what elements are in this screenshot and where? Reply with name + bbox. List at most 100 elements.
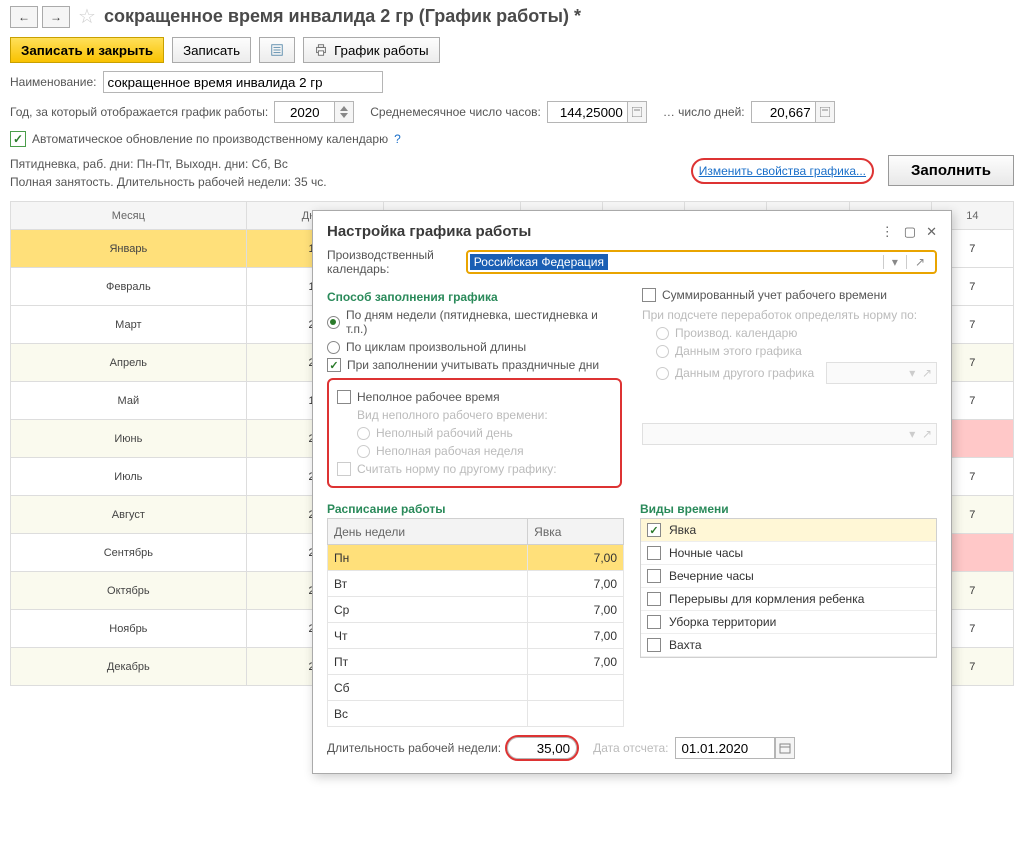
sched-row[interactable]: Сб — [328, 675, 624, 701]
schedule-button[interactable]: График работы — [303, 37, 440, 63]
open-icon[interactable]: ↗ — [906, 255, 933, 269]
checkbox-holidays[interactable] — [327, 358, 341, 372]
calculator-icon — [820, 107, 830, 117]
sched-row[interactable]: Вт7,00 — [328, 571, 624, 597]
favorite-icon[interactable]: ☆ — [78, 4, 96, 29]
radio-by-cycles[interactable] — [327, 341, 340, 354]
radio-by-cycles-label: По циклам произвольной длины — [346, 340, 526, 354]
avg-hours-calc[interactable] — [627, 101, 647, 123]
parttime-kind-label: Вид неполного рабочего времени: — [357, 408, 612, 422]
avg-days-calc[interactable] — [815, 101, 835, 123]
type-checkbox[interactable] — [647, 523, 661, 537]
type-row[interactable]: Вахта — [641, 634, 936, 657]
close-icon[interactable]: ✕ — [926, 224, 937, 240]
sched-row[interactable]: Пт7,00 — [328, 649, 624, 675]
col-col_month: Месяц — [11, 202, 247, 230]
radio-by-days-label: По дням недели (пятидневка, шестидневка … — [346, 308, 622, 336]
checkbox-summary-label: Суммированный учет рабочего времени — [662, 288, 887, 302]
checkbox-parttime-label: Неполное рабочее время — [357, 390, 500, 404]
type-checkbox[interactable] — [647, 546, 661, 560]
minimize-icon[interactable]: ▢ — [904, 224, 916, 240]
more-icon[interactable]: ⋮ — [881, 224, 894, 240]
type-label: Вахта — [669, 638, 702, 652]
list-button[interactable] — [259, 37, 295, 63]
type-label: Вечерние часы — [669, 569, 754, 583]
radio-part-week — [357, 445, 370, 458]
auto-update-label: Автоматическое обновление по производств… — [32, 132, 388, 146]
fill-button[interactable]: Заполнить — [888, 155, 1014, 186]
parttime-other-input: ▾ ↗ — [642, 423, 937, 445]
year-spinner[interactable] — [334, 101, 354, 123]
avg-hours-label: Среднемесячное число часов: — [370, 105, 541, 119]
calendar-field-label: Производственный календарь: — [327, 248, 460, 276]
type-label: Ночные часы — [669, 546, 743, 560]
type-row[interactable]: Вечерние часы — [641, 565, 936, 588]
type-checkbox[interactable] — [647, 592, 661, 606]
radio-norm-other — [656, 367, 669, 380]
sched-row[interactable]: Ср7,00 — [328, 597, 624, 623]
type-checkbox[interactable] — [647, 569, 661, 583]
fill-method-title: Способ заполнения графика — [327, 290, 622, 304]
radio-part-day — [357, 427, 370, 440]
type-row[interactable]: Перерывы для кормления ребенка — [641, 588, 936, 611]
week-len-input[interactable] — [507, 737, 577, 759]
norm-other-input: ▾ ↗ — [826, 362, 937, 384]
radio-norm-this — [656, 345, 669, 358]
radio-norm-other-label: Данным другого графика — [675, 366, 814, 380]
year-input[interactable] — [274, 101, 334, 123]
sched-row[interactable]: Чт7,00 — [328, 623, 624, 649]
col-day: День недели — [328, 519, 528, 545]
calculator-icon — [632, 107, 642, 117]
sched-row[interactable]: Пн7,00 — [328, 545, 624, 571]
radio-norm-this-label: Данным этого графика — [675, 344, 802, 358]
calendar-icon — [779, 742, 791, 754]
list-icon — [270, 43, 284, 57]
spinner-icon — [340, 106, 348, 118]
avg-days-input[interactable] — [751, 101, 815, 123]
norm-label: При подсчете переработок определять норм… — [642, 308, 937, 322]
save-button[interactable]: Записать — [172, 37, 251, 63]
avg-hours-input[interactable] — [547, 101, 627, 123]
radio-part-day-label: Неполный рабочий день — [376, 426, 513, 440]
type-label: Явка — [669, 523, 696, 537]
col-attendance: Явка — [528, 519, 624, 545]
save-close-button[interactable]: Записать и закрыть — [10, 37, 164, 63]
checkbox-norm-other — [337, 462, 351, 476]
types-title: Виды времени — [640, 502, 937, 516]
info-line1: Пятидневка, раб. дни: Пн-Пт, Выходн. дни… — [10, 155, 327, 173]
checkbox-summary[interactable] — [642, 288, 656, 302]
ref-date-input[interactable] — [675, 737, 775, 759]
calendar-value[interactable]: Российская Федерация — [470, 254, 608, 270]
type-checkbox[interactable] — [647, 638, 661, 652]
type-row[interactable]: Уборка территории — [641, 611, 936, 634]
type-row[interactable]: Явка — [641, 519, 936, 542]
schedule-button-label: График работы — [334, 43, 429, 58]
help-link[interactable]: ? — [394, 132, 401, 146]
calendar-picker[interactable] — [775, 737, 795, 759]
parttime-box: Неполное рабочее время Вид неполного раб… — [327, 378, 622, 488]
nav-forward[interactable]: → — [42, 6, 70, 28]
ref-date-label: Дата отсчета: — [593, 741, 668, 755]
week-len-label: Длительность рабочей недели: — [327, 741, 501, 755]
sched-row[interactable]: Вс — [328, 701, 624, 727]
types-list: Явка Ночные часы Вечерние часы Перерывы для… — [640, 518, 937, 658]
name-input[interactable] — [103, 71, 383, 93]
info-line2: Полная занятость. Длительность рабочей н… — [10, 173, 327, 191]
checkbox-holidays-label: При заполнении учитывать праздничные дни — [347, 358, 599, 372]
name-label: Наименование: — [10, 75, 97, 89]
dialog-title: Настройка графика работы — [327, 223, 531, 240]
schedule-title: Расписание работы — [327, 502, 624, 516]
year-label: Год, за который отображается график рабо… — [10, 105, 268, 119]
checkbox-parttime[interactable] — [337, 390, 351, 404]
dropdown-icon[interactable]: ▾ — [883, 255, 906, 269]
nav-back[interactable]: ← — [10, 6, 38, 28]
type-row[interactable]: Ночные часы — [641, 542, 936, 565]
schedule-table[interactable]: День недели Явка Пн7,00Вт7,00Ср7,00Чт7,0… — [327, 518, 624, 727]
radio-by-days[interactable] — [327, 316, 340, 329]
page-title: сокращенное время инвалида 2 гр (График … — [104, 6, 581, 27]
change-props-link[interactable]: Изменить свойства графика... — [699, 164, 866, 178]
auto-update-checkbox[interactable]: ✓ — [10, 131, 26, 147]
settings-dialog: Настройка графика работы ⋮ ▢ ✕ Производс… — [312, 210, 952, 774]
type-checkbox[interactable] — [647, 615, 661, 629]
checkbox-norm-other-label: Считать норму по другому графику: — [357, 462, 557, 476]
